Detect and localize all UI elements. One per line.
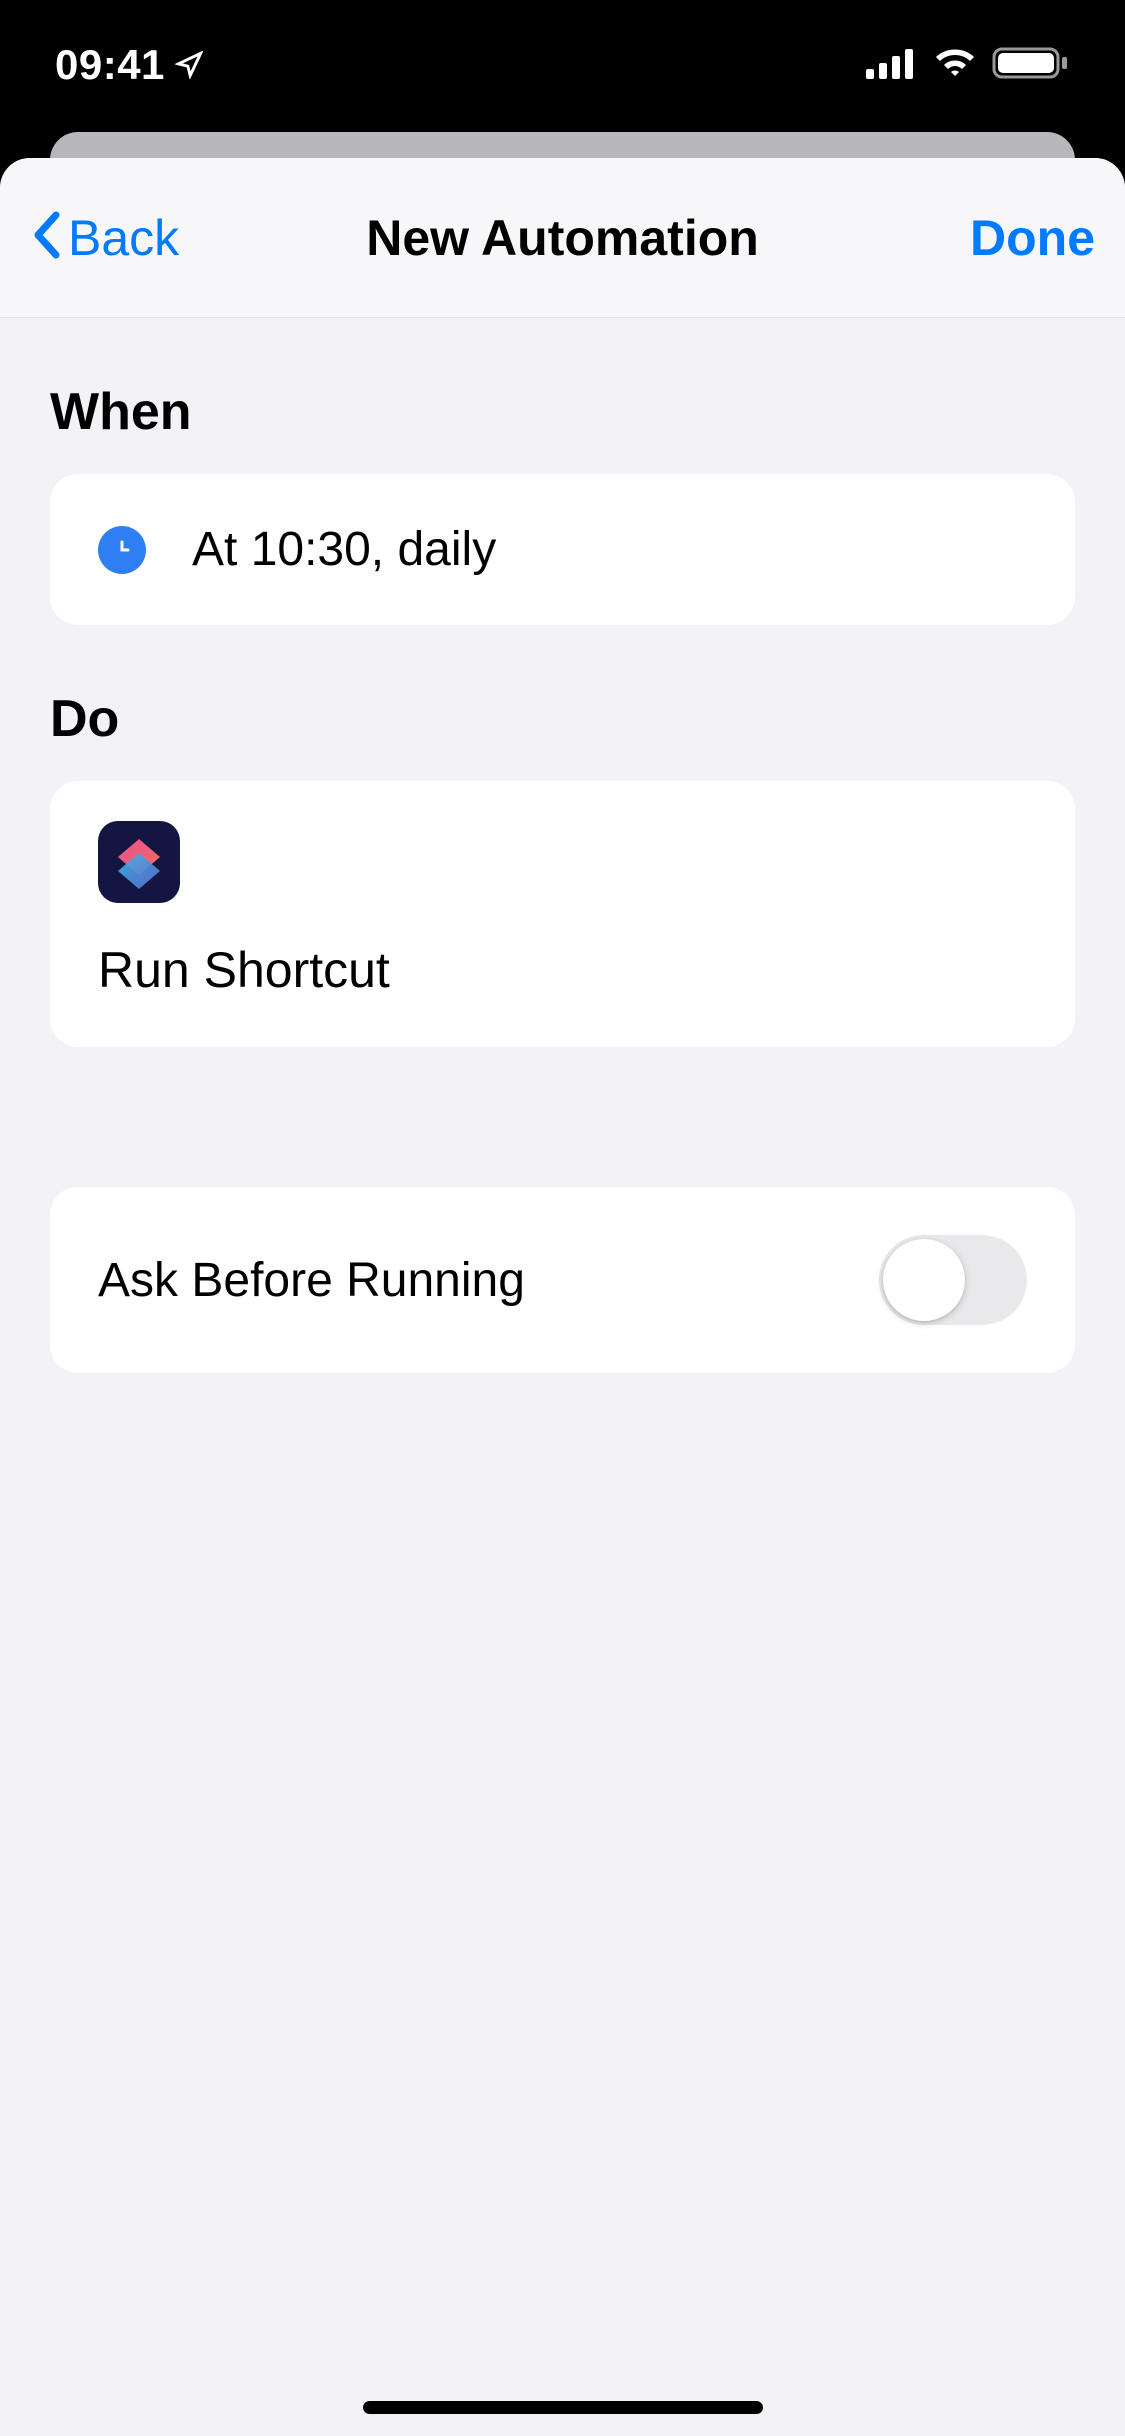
do-card[interactable]: Run Shortcut: [50, 781, 1075, 1047]
cellular-icon: [866, 47, 918, 84]
do-section-title: Do: [50, 689, 1075, 749]
status-icons: [866, 45, 1070, 86]
toggle-knob: [883, 1239, 965, 1321]
done-button[interactable]: Done: [970, 209, 1095, 267]
wifi-icon: [932, 46, 978, 85]
back-button[interactable]: Back: [30, 209, 179, 267]
clock-icon: [98, 526, 146, 574]
navigation-bar: Back New Automation Done: [0, 158, 1125, 318]
ask-before-running-toggle[interactable]: [879, 1235, 1027, 1325]
content-area: When At 10:30, daily Do: [0, 318, 1125, 2436]
status-bar: 09:41: [0, 0, 1125, 130]
home-indicator[interactable]: [363, 2401, 763, 2414]
location-icon: [175, 41, 203, 89]
when-row: At 10:30, daily: [50, 474, 1075, 625]
ask-before-running-label: Ask Before Running: [98, 1253, 525, 1308]
nav-title: New Automation: [366, 209, 759, 267]
battery-icon: [992, 45, 1070, 86]
do-action-text: Run Shortcut: [98, 941, 1027, 999]
when-section-title: When: [50, 382, 1075, 442]
status-time: 09:41: [55, 41, 165, 89]
modal-sheet: Back New Automation Done When At 10:30, …: [0, 158, 1125, 2436]
back-label: Back: [68, 209, 179, 267]
when-trigger-text: At 10:30, daily: [192, 522, 496, 577]
shortcuts-app-icon: [98, 821, 180, 903]
chevron-left-icon: [30, 211, 64, 264]
when-card[interactable]: At 10:30, daily: [50, 474, 1075, 625]
status-time-group: 09:41: [55, 41, 203, 89]
ask-before-running-row: Ask Before Running: [50, 1187, 1075, 1373]
